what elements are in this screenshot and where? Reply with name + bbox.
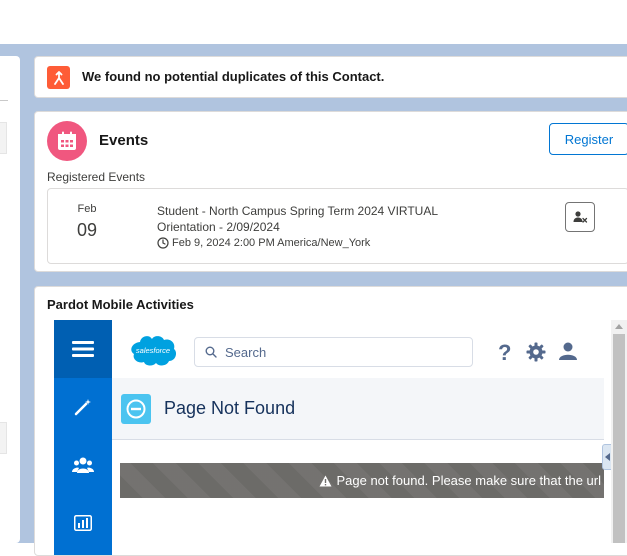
merge-icon (47, 66, 70, 89)
event-day: 09 (76, 220, 98, 240)
pardot-activities-card: Pardot Mobile Activities salesforce Sear… (34, 286, 627, 556)
pardot-title: Pardot Mobile Activities (47, 297, 194, 312)
nav-reports[interactable] (54, 494, 112, 552)
left-field-box[interactable] (0, 422, 7, 454)
duplicates-message: We found no potential duplicates of this… (82, 69, 385, 84)
menu-button[interactable] (54, 320, 112, 378)
nav-marketing[interactable] (54, 378, 112, 436)
magic-wand-icon (74, 399, 91, 416)
alert-text: Page not found. Please make sure that th… (336, 473, 604, 488)
registered-events-label: Registered Events (47, 170, 146, 184)
menu-icon (72, 341, 94, 357)
scroll-thumb[interactable] (613, 334, 625, 543)
calendar-icon (47, 121, 87, 161)
event-datetime-row: Feb 9, 2024 2:00 PM America/New_York (157, 237, 370, 249)
frame-scrollbar[interactable] (611, 320, 627, 543)
salesforce-logo: salesforce (127, 332, 179, 373)
help-icon[interactable]: ? (498, 340, 511, 366)
embedded-header: salesforce Search ? (112, 320, 604, 378)
user-icon[interactable] (558, 341, 578, 366)
event-datetime: Feb 9, 2024 2:00 PM America/New_York (172, 237, 371, 249)
not-found-icon (121, 394, 151, 424)
clock-icon (157, 237, 169, 249)
svg-text:salesforce: salesforce (136, 346, 170, 355)
duplicates-card: We found no potential duplicates of this… (34, 56, 627, 98)
embedded-sidebar (54, 320, 112, 555)
report-icon (74, 515, 92, 531)
nav-prospects[interactable] (54, 436, 112, 494)
events-card: Events Register Registered Events Feb 09… (34, 111, 627, 272)
pardot-embedded-frame[interactable]: salesforce Search ? Page Not Found Page … (54, 320, 614, 555)
left-field-box[interactable] (0, 122, 7, 154)
scroll-up-arrow[interactable] (615, 324, 623, 329)
people-icon (72, 457, 94, 473)
register-button[interactable]: Register (549, 123, 627, 155)
page-title: Page Not Found (164, 398, 296, 418)
unregister-user-icon (573, 211, 588, 223)
event-month: Feb (77, 203, 97, 215)
events-title: Events (99, 132, 149, 149)
gear-icon[interactable] (526, 342, 546, 367)
event-list-item[interactable]: Feb 09 Student - North Campus Spring Ter… (47, 188, 627, 264)
search-placeholder: Search (225, 344, 267, 360)
unregister-button[interactable] (565, 202, 595, 232)
search-icon (205, 346, 217, 358)
error-alert: Page not found. Please make sure that th… (120, 463, 604, 498)
event-name[interactable]: Student - North Campus Spring Term 2024 … (157, 203, 477, 235)
left-column-panel (0, 56, 20, 543)
search-input[interactable]: Search (194, 337, 473, 367)
warning-icon (319, 475, 332, 486)
page-header: Page Not Found (112, 378, 604, 440)
divider (0, 100, 8, 101)
